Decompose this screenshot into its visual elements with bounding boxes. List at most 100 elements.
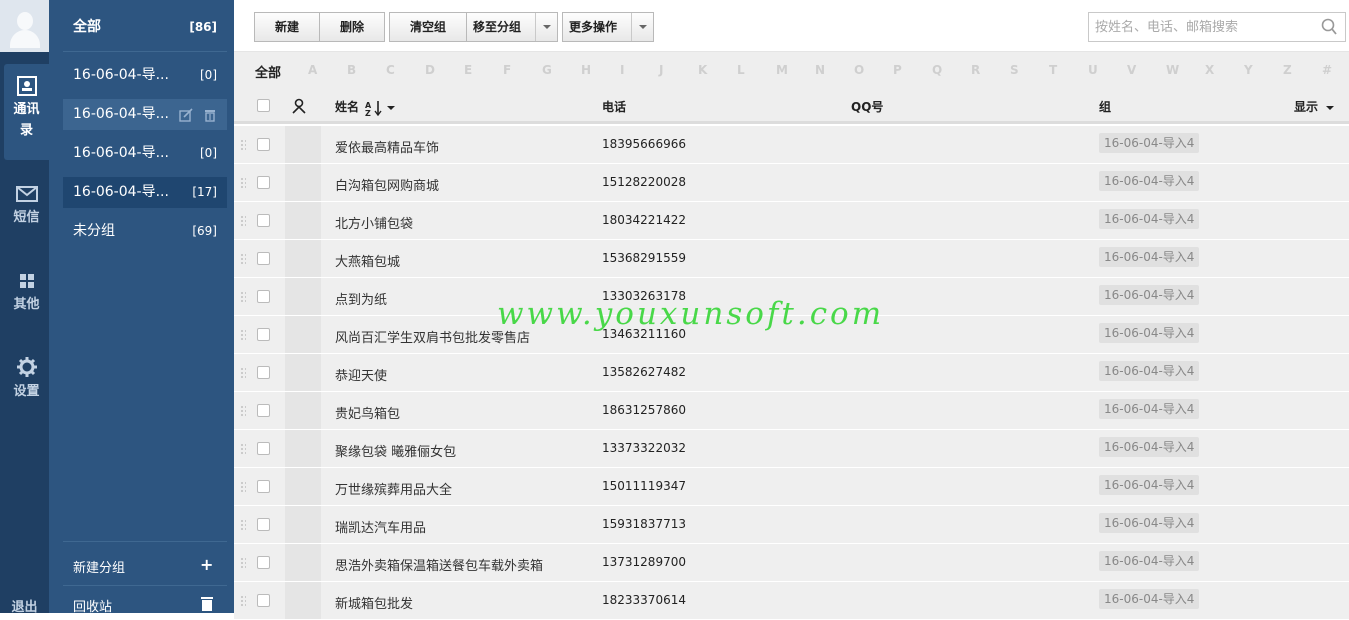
drag-handle-icon[interactable] (240, 443, 246, 455)
drag-handle-icon[interactable] (240, 215, 246, 227)
row-checkbox[interactable] (257, 594, 270, 607)
display-columns-button[interactable]: 显示 (1294, 98, 1335, 115)
row-checkbox[interactable] (257, 290, 270, 303)
row-checkbox[interactable] (257, 214, 270, 227)
row-checkbox[interactable] (257, 518, 270, 531)
alpha-filter-all[interactable]: 全部 (255, 62, 281, 81)
table-row[interactable]: 万世缘殡葬用品大全 15011119347 16-06-04-导入4 (234, 468, 1349, 506)
alpha-filter-letter[interactable]: Z (1283, 63, 1292, 77)
contact-name[interactable]: 点到为纸 (335, 289, 387, 308)
column-qq-header[interactable]: QQ号 (851, 98, 883, 115)
alpha-filter-letter[interactable]: V (1127, 63, 1136, 77)
alpha-filter-letter[interactable]: B (347, 63, 356, 77)
row-checkbox[interactable] (257, 366, 270, 379)
alpha-filter-letter[interactable]: N (815, 63, 825, 77)
nav-item-contacts[interactable]: 通讯录 (4, 64, 49, 160)
alpha-filter-letter[interactable]: Q (932, 63, 942, 77)
alpha-filter-letter[interactable]: A (308, 63, 317, 77)
select-all-checkbox[interactable] (257, 99, 270, 112)
edit-icon[interactable] (179, 107, 193, 122)
alpha-filter-letter[interactable]: O (854, 63, 864, 77)
more-operations-button[interactable]: 更多操作 (562, 12, 654, 42)
delete-button[interactable]: 删除 (319, 12, 385, 42)
drag-handle-icon[interactable] (240, 177, 246, 189)
group-item[interactable]: 16-06-04-导... [0] (63, 60, 227, 91)
avatar[interactable] (0, 0, 49, 52)
new-group-button[interactable]: 新建分组 + (73, 555, 213, 576)
row-checkbox[interactable] (257, 252, 270, 265)
contact-name[interactable]: 思浩外卖箱保温箱送餐包车载外卖箱 (335, 555, 543, 574)
alpha-filter-letter[interactable]: H (581, 63, 591, 77)
group-item[interactable]: 16-06-04-导... [17] (63, 177, 227, 208)
drag-handle-icon[interactable] (240, 253, 246, 265)
contact-name[interactable]: 瑞凯达汽车用品 (335, 517, 426, 536)
nav-item-other[interactable]: 其他 (4, 271, 49, 315)
alpha-filter-letter[interactable]: U (1088, 63, 1098, 77)
alpha-filter-letter[interactable]: F (503, 63, 511, 77)
alpha-filter-letter[interactable]: J (659, 63, 663, 77)
search-input[interactable] (1095, 18, 1315, 36)
contact-name[interactable]: 恭迎天使 (335, 365, 387, 384)
contact-name[interactable]: 新城箱包批发 (335, 593, 413, 612)
row-checkbox[interactable] (257, 176, 270, 189)
group-item[interactable]: 16-06-04-导... [0] (63, 138, 227, 169)
group-item[interactable]: 16-06-04-导... (63, 99, 227, 130)
column-group-header[interactable]: 组 (1099, 98, 1111, 115)
alpha-filter-letter[interactable]: # (1322, 63, 1332, 77)
row-checkbox[interactable] (257, 480, 270, 493)
alpha-filter-letter[interactable]: I (620, 63, 624, 77)
chevron-down-icon[interactable] (535, 13, 557, 41)
clear-group-button[interactable]: 清空组 (389, 12, 467, 42)
alpha-filter-letter[interactable]: R (971, 63, 980, 77)
alpha-filter-letter[interactable]: D (425, 63, 435, 77)
drag-handle-icon[interactable] (240, 329, 246, 341)
exit-button[interactable]: 退出 (0, 596, 49, 615)
alpha-filter-letter[interactable]: W (1166, 63, 1179, 77)
chevron-down-icon[interactable] (387, 105, 396, 114)
row-checkbox[interactable] (257, 138, 270, 151)
row-checkbox[interactable] (257, 556, 270, 569)
nav-item-sms[interactable]: 短信 (4, 184, 49, 228)
table-row[interactable]: 新城箱包批发 18233370614 16-06-04-导入4 (234, 582, 1349, 620)
alpha-filter-letter[interactable]: P (893, 63, 902, 77)
contact-name[interactable]: 聚缘包袋 曦雅俪女包 (335, 441, 456, 460)
alpha-filter-letter[interactable]: G (542, 63, 552, 77)
column-phone-header[interactable]: 电话 (602, 98, 626, 115)
drag-handle-icon[interactable] (240, 291, 246, 303)
trash-icon[interactable] (203, 108, 217, 122)
move-to-group-button[interactable]: 移至分组 (466, 12, 558, 42)
table-row[interactable]: 大燕箱包城 15368291559 16-06-04-导入4 (234, 240, 1349, 278)
table-row[interactable]: 北方小铺包袋 18034221422 16-06-04-导入4 (234, 202, 1349, 240)
group-item[interactable]: 未分组 [69] (63, 216, 227, 247)
table-row[interactable]: 瑞凯达汽车用品 15931837713 16-06-04-导入4 (234, 506, 1349, 544)
drag-handle-icon[interactable] (240, 595, 246, 607)
drag-handle-icon[interactable] (240, 405, 246, 417)
row-checkbox[interactable] (257, 328, 270, 341)
alpha-filter-letter[interactable]: S (1010, 63, 1019, 77)
contact-name[interactable]: 大燕箱包城 (335, 251, 400, 270)
table-row[interactable]: 思浩外卖箱保温箱送餐包车载外卖箱 13731289700 16-06-04-导入4 (234, 544, 1349, 582)
alpha-filter-letter[interactable]: C (386, 63, 395, 77)
alpha-filter-letter[interactable]: Y (1244, 63, 1253, 77)
drag-handle-icon[interactable] (240, 367, 246, 379)
row-checkbox[interactable] (257, 442, 270, 455)
alpha-filter-letter[interactable]: X (1205, 63, 1214, 77)
drag-handle-icon[interactable] (240, 519, 246, 531)
alpha-filter-letter[interactable]: M (776, 63, 788, 77)
drag-handle-icon[interactable] (240, 481, 246, 493)
group-item-all[interactable]: 全部 [86] (63, 12, 227, 43)
table-row[interactable]: 爱依最高精品车饰 18395666966 16-06-04-导入4 (234, 126, 1349, 164)
search-icon[interactable] (1321, 18, 1337, 36)
drag-handle-icon[interactable] (240, 139, 246, 151)
alpha-filter-letter[interactable]: E (464, 63, 472, 77)
contact-name[interactable]: 北方小铺包袋 (335, 213, 413, 232)
table-row[interactable]: 白沟箱包网购商城 15128220028 16-06-04-导入4 (234, 164, 1349, 202)
table-row[interactable]: 贵妃鸟箱包 18631257860 16-06-04-导入4 (234, 392, 1349, 430)
nav-item-settings[interactable]: 设置 (4, 356, 49, 402)
new-contact-button[interactable]: 新建 (254, 12, 320, 42)
contact-name[interactable]: 爱依最高精品车饰 (335, 137, 439, 156)
recycle-bin-button[interactable]: 回收站 (73, 596, 213, 615)
column-name-header[interactable]: 姓名 A Z (335, 98, 396, 118)
alpha-filter-letter[interactable]: T (1049, 63, 1057, 77)
sort-az-icon[interactable]: A Z (365, 100, 383, 118)
